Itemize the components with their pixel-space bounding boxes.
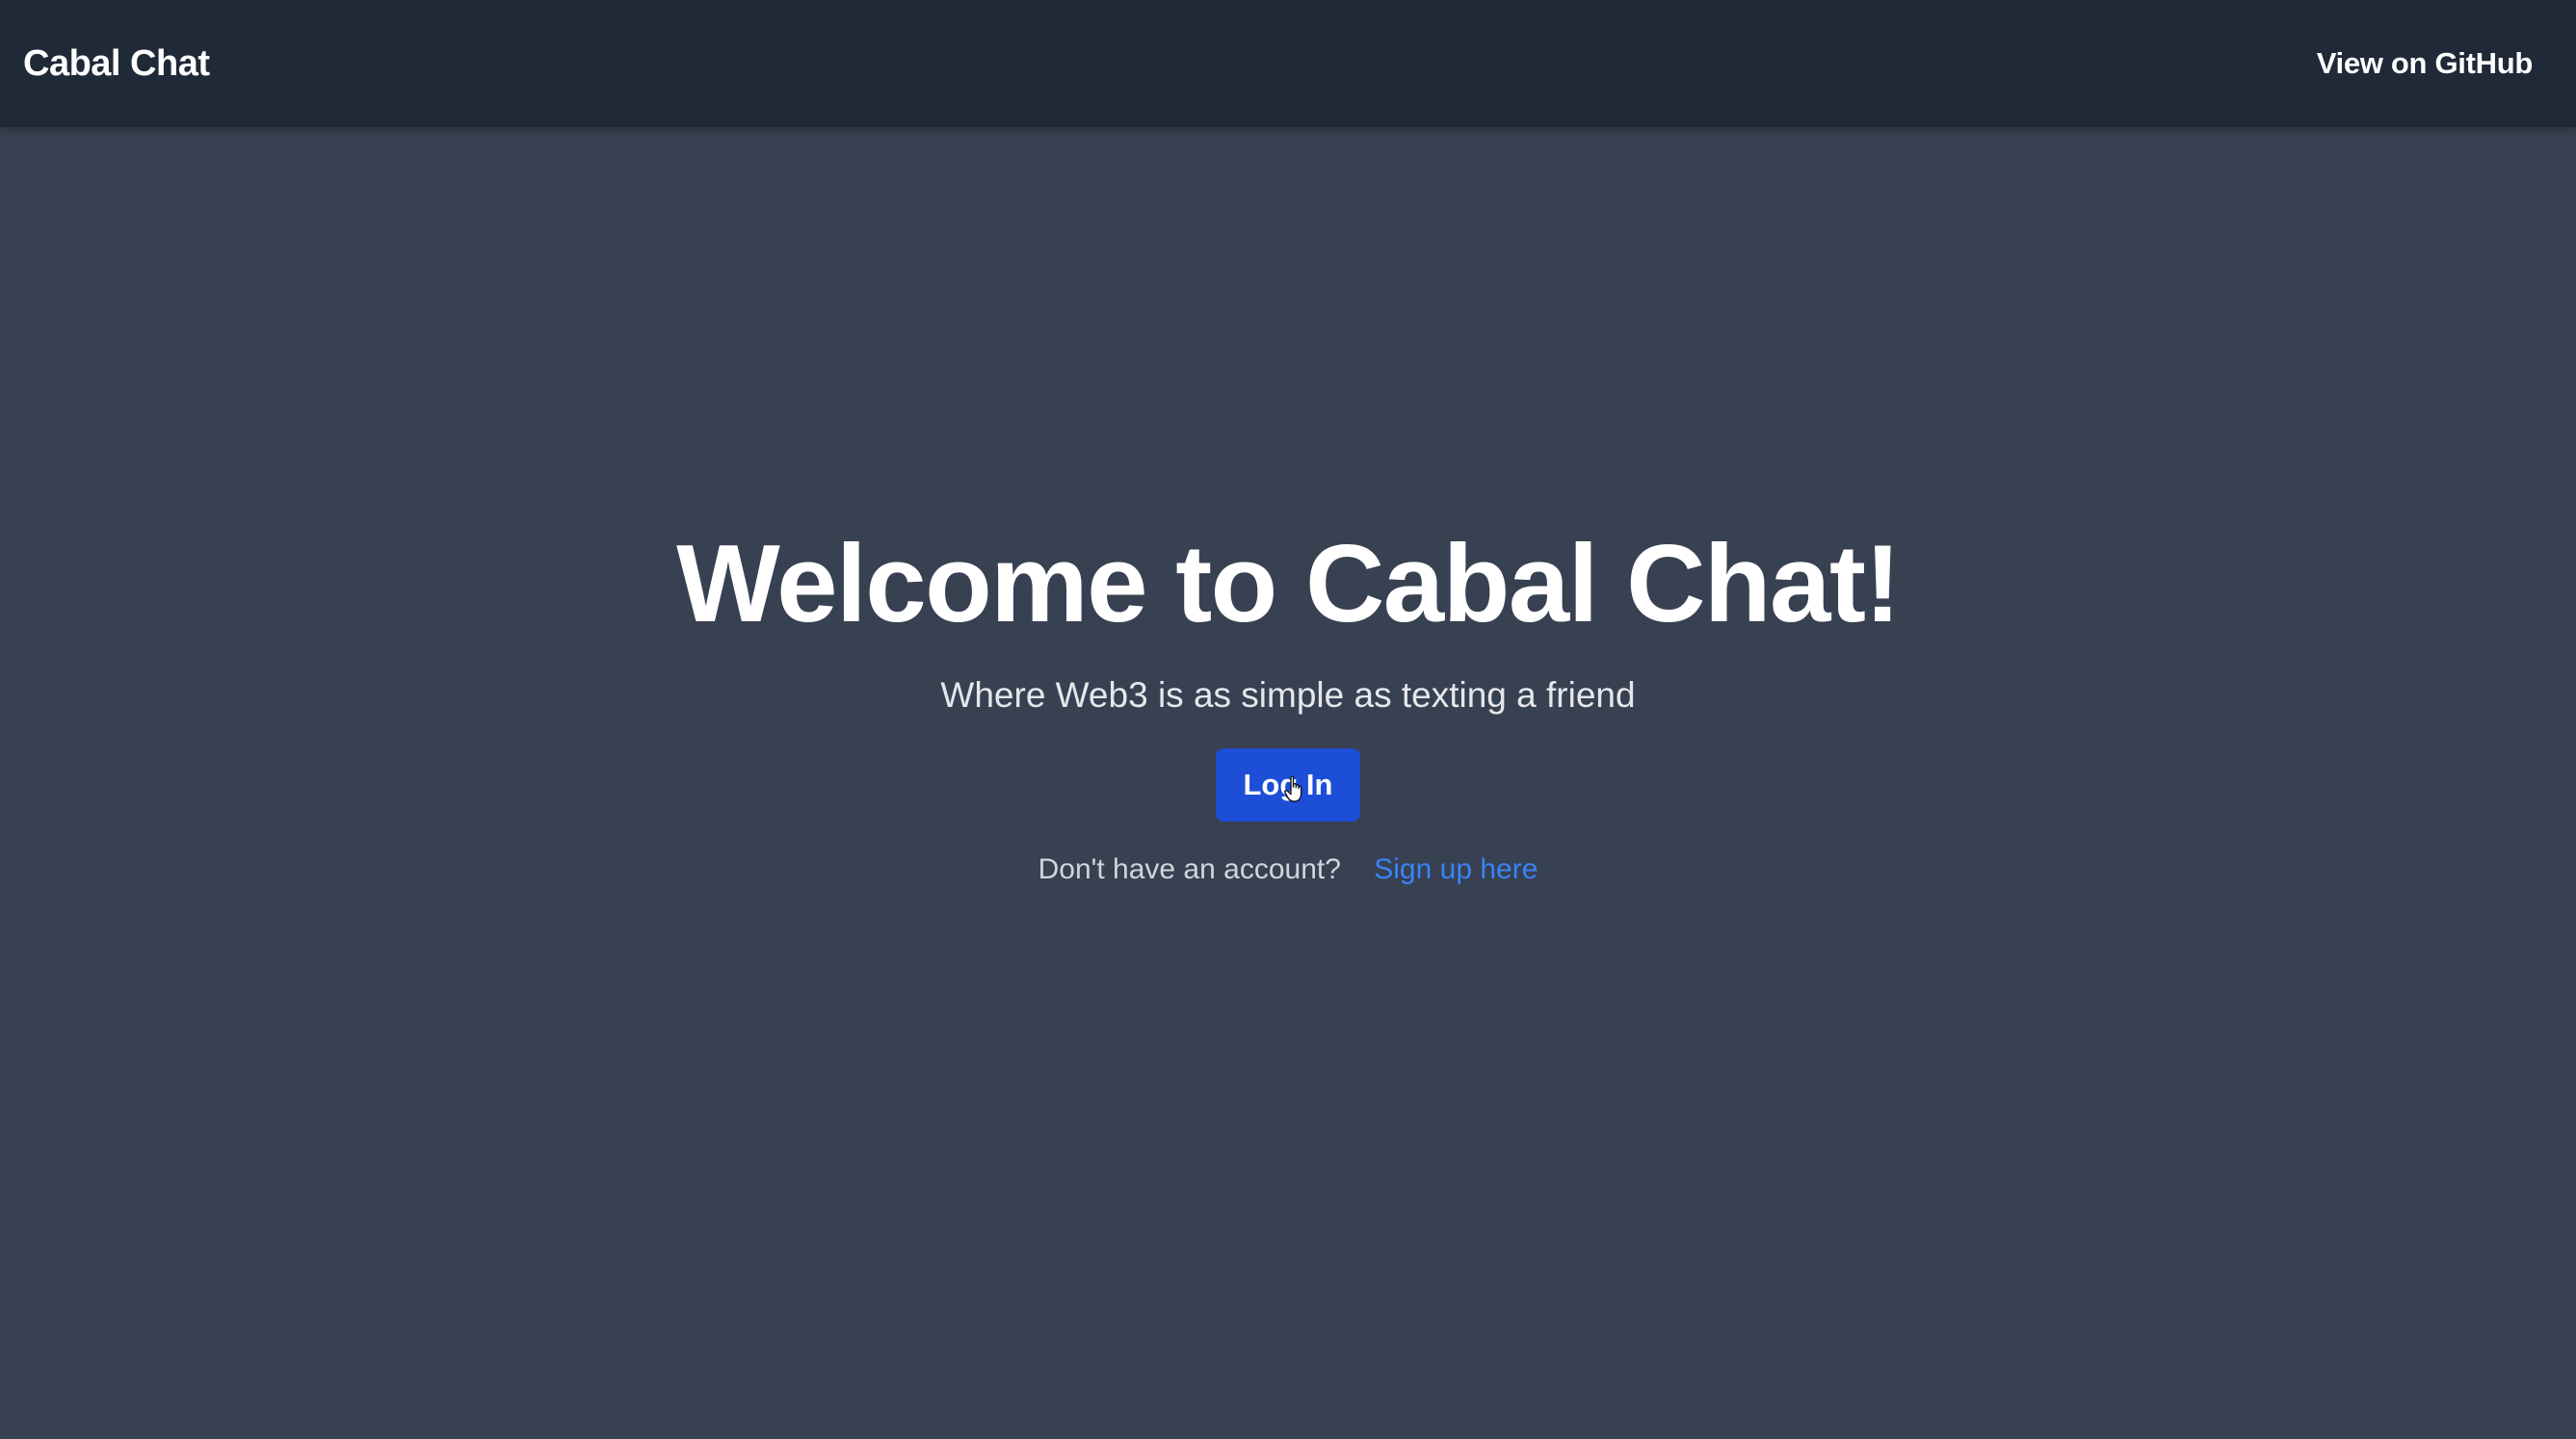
login-button[interactable]: Log In	[1216, 748, 1360, 822]
login-button-wrapper: Log In	[0, 718, 2576, 822]
page-title: Welcome to Cabal Chat!	[676, 523, 1901, 645]
top-navbar: Cabal Chat View on GitHub	[0, 0, 2576, 127]
hand-pointer-cursor-icon	[1283, 775, 1302, 802]
signup-prompt: Don't have an account?	[1038, 853, 1341, 885]
main-content: Welcome to Cabal Chat! Where Web3 is as …	[0, 127, 2576, 1439]
view-on-github-link[interactable]: View on GitHub	[2317, 46, 2534, 81]
brand-logo-link[interactable]: Cabal Chat	[23, 43, 210, 85]
signup-row: Don't have an account? Sign up here	[0, 850, 2576, 889]
page-subtitle: Where Web3 is as simple as texting a fri…	[940, 675, 1636, 715]
hero-section: Welcome to Cabal Chat! Where Web3 is as …	[0, 517, 2576, 889]
sign-up-link[interactable]: Sign up here	[1374, 853, 1538, 885]
